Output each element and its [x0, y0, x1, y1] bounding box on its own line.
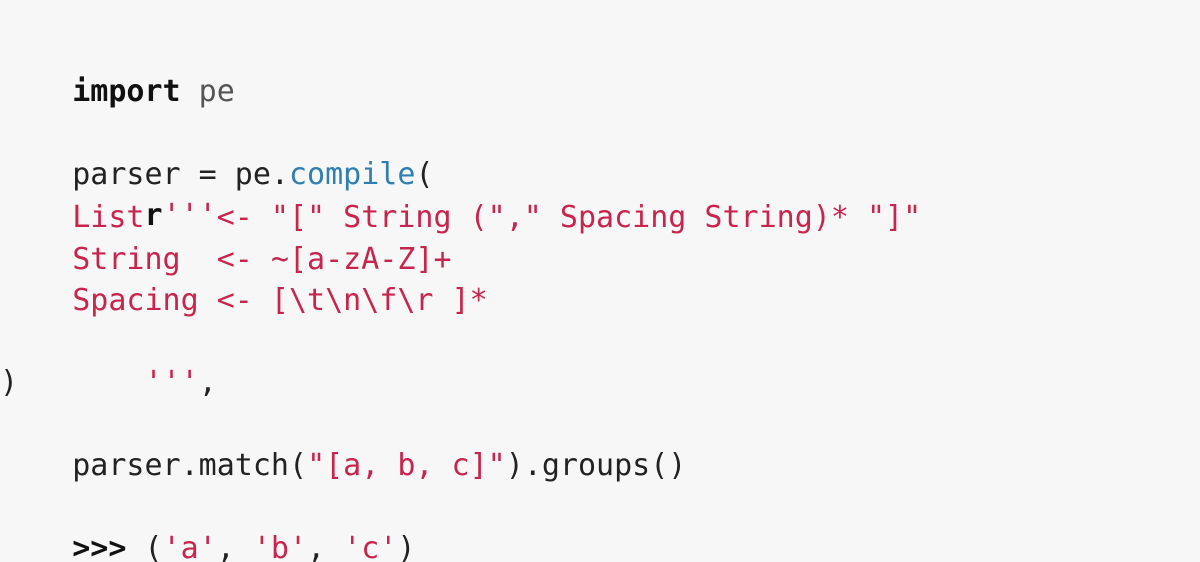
code-line-raw-close: ''', — [0, 323, 217, 400]
output-a: 'a' — [162, 531, 217, 562]
grammar-line-list: List <- "[" String ("," Spacing String)*… — [0, 200, 922, 235]
match-suffix: ).groups() — [505, 448, 687, 483]
module-name: pe — [180, 74, 235, 109]
output-close: ) — [397, 531, 416, 562]
grammar-line-spacing: Spacing <- [\t\n\f\r ]* — [0, 283, 488, 318]
output-b: 'b' — [252, 531, 308, 562]
code-block: import pe parser = pe.compile( r''' List… — [0, 0, 1200, 562]
import-keyword: import — [72, 74, 181, 109]
code-line-raw-open: r''' — [0, 156, 217, 233]
output-c: 'c' — [343, 531, 398, 562]
match-argument: "[a, b, c]" — [307, 448, 506, 483]
triple-quote-close: ''' — [144, 365, 199, 400]
compile-function: compile — [289, 157, 416, 192]
compile-paren: ( — [415, 157, 434, 192]
repl-prompt: >>> — [72, 531, 127, 562]
code-line-close-paren: ) — [0, 365, 19, 400]
output-sep: , — [307, 531, 344, 562]
grammar-line-string: String <- ~[a-zA-Z]+ — [0, 242, 452, 277]
code-line-import: import pe — [0, 32, 235, 109]
code-line-output: >>> ('a', 'b', 'c') — [0, 489, 415, 562]
output-sep: , — [216, 531, 253, 562]
comma: , — [198, 365, 217, 400]
code-line-compile: parser = pe.compile( — [0, 115, 433, 192]
match-prefix: parser.match( — [72, 448, 308, 483]
code-line-match: parser.match("[a, b, c]").groups() — [0, 406, 686, 483]
output-open: ( — [126, 531, 163, 562]
